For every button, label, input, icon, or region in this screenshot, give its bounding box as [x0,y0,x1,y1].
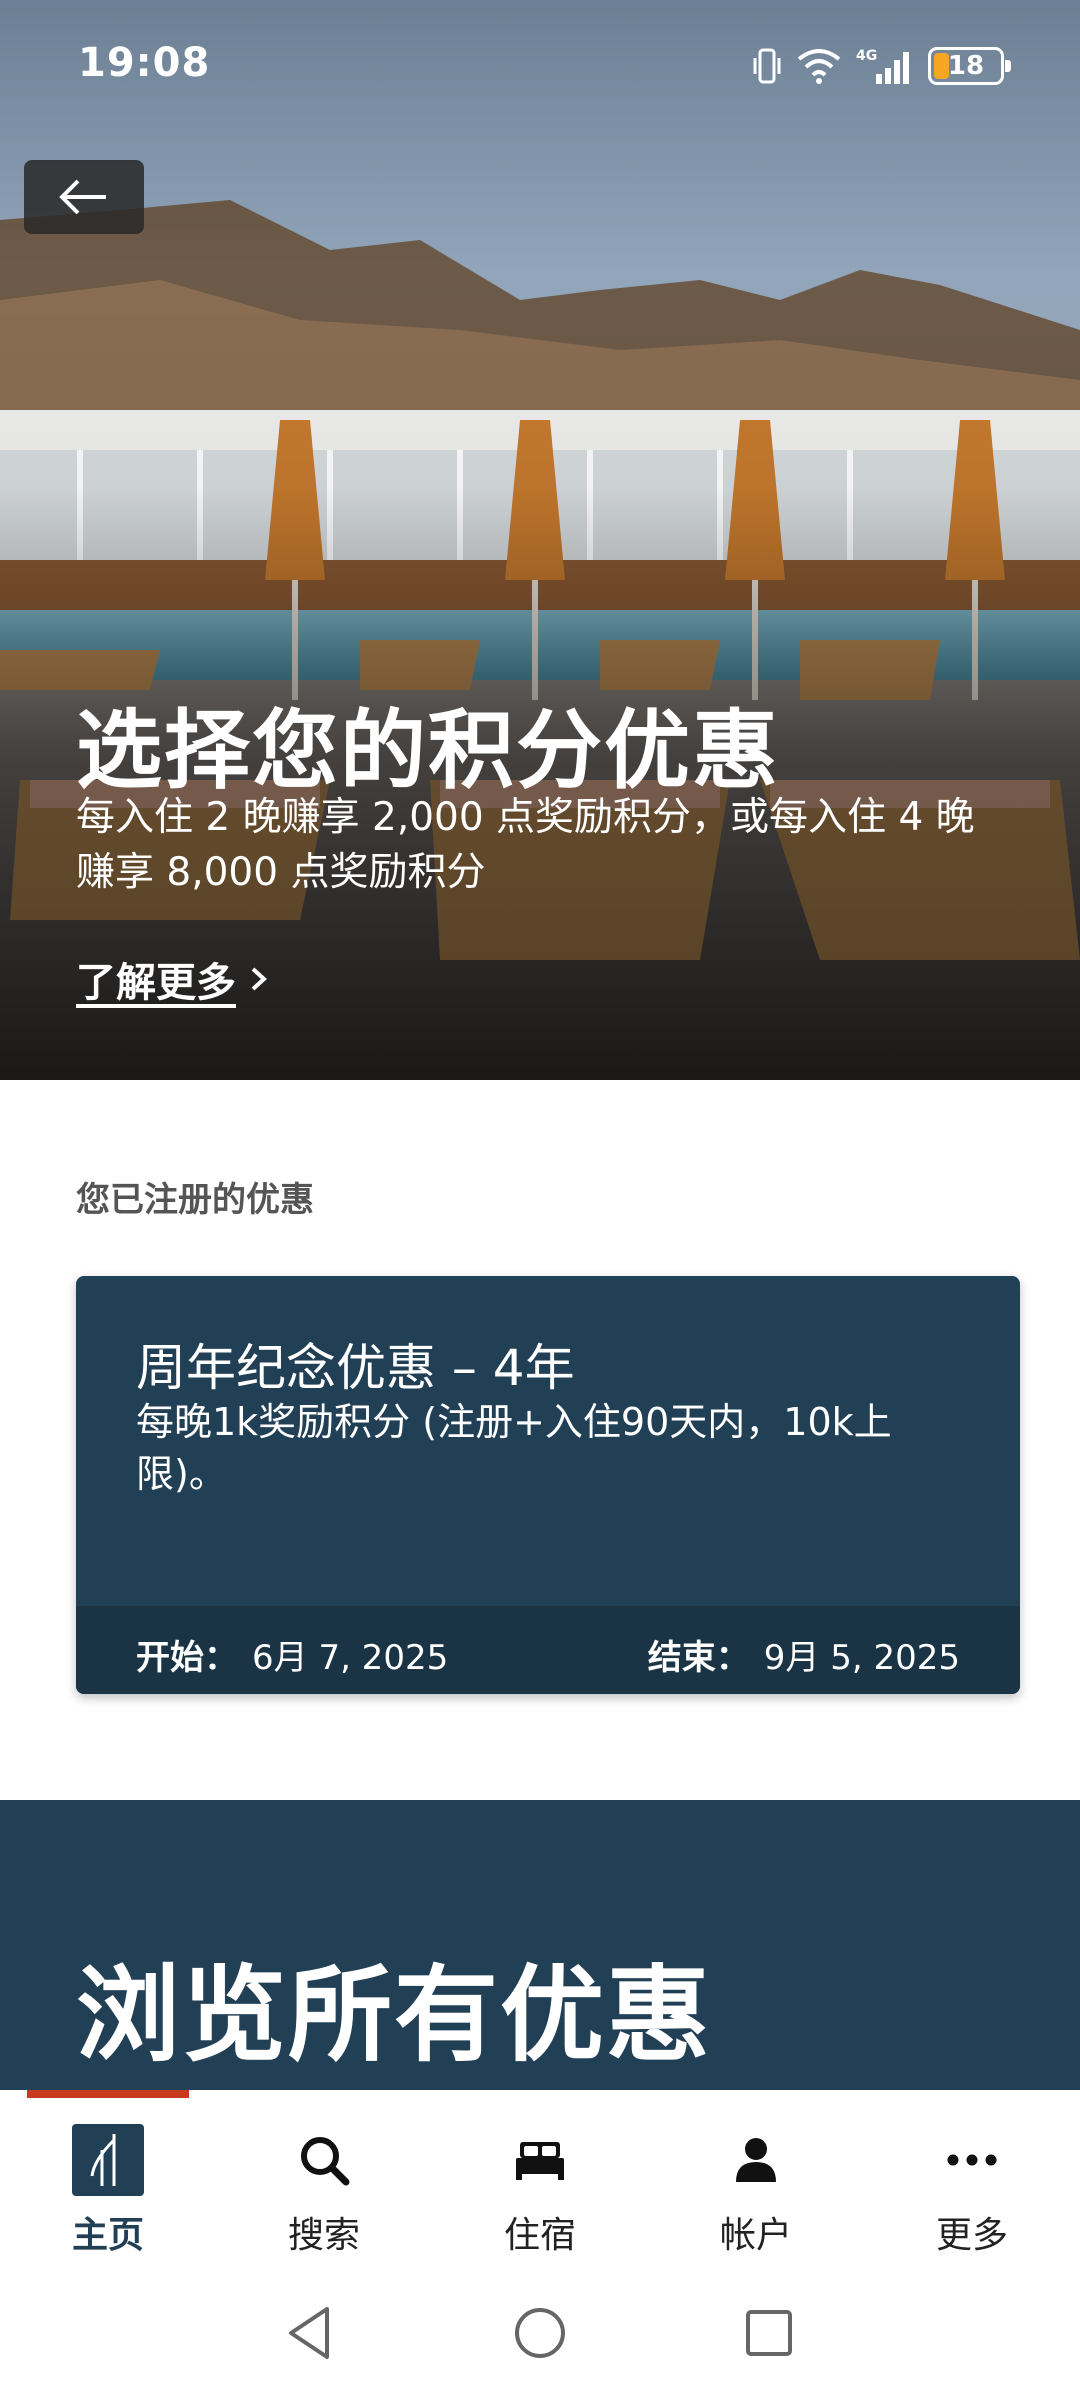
start-label: 开始： [136,1638,238,1678]
status-bar: 19:08 4G 18 [0,0,1080,130]
nav-more[interactable]: 更多 [864,2090,1080,2278]
offer-end: 结束： 9月 5, 2025 [648,1630,960,1679]
hero-subtitle: 每入住 2 晚赚享 2,000 点奖励积分，或每入住 4 晚赚享 8,000 点… [76,795,975,895]
battery-level: 18 [947,51,985,81]
learn-more-link[interactable]: 了解更多 [76,950,268,1008]
search-icon [288,2124,360,2196]
more-dots-icon [936,2124,1008,2196]
circle-home-icon [515,2308,565,2358]
bed-icon [504,2124,576,2196]
nav-search-label: 搜索 [287,2215,360,2256]
offer-description: 每晚1k奖励积分 (注册+入住90天内，10k上限)。 [136,1400,892,1496]
home-logo-icon [72,2124,144,2196]
hero-gradient-overlay [0,0,1080,1080]
system-back-button[interactable] [274,2298,344,2368]
nav-search[interactable]: 搜索 [216,2090,432,2278]
square-recents-icon [746,2310,792,2356]
wifi-icon [797,49,841,84]
arrow-left-icon [59,179,106,215]
system-home-button[interactable] [505,2298,575,2368]
battery-cap [1005,60,1011,72]
hero-title: 选择您的积分优惠 [76,701,780,801]
end-label: 结束： [647,1638,750,1678]
nav-stays[interactable]: 住宿 [432,2090,648,2278]
person-icon [720,2124,792,2196]
browse-offers-title: 浏览所有优惠 [76,1954,713,2076]
nav-more-label: 更多 [935,2215,1008,2256]
status-time: 19:08 [78,40,211,86]
chevron-right-icon [251,967,267,991]
back-button[interactable] [24,160,144,234]
nav-stays-label: 住宿 [503,2215,576,2256]
nav-account-label: 帐户 [719,2215,792,2256]
screen: 19:08 4G 18 选择您的积分优惠 每入住 2 晚赚享 2,000 点奖励… [0,0,1080,2388]
browse-offers-banner[interactable]: 浏览所有优惠 [0,1800,1080,2090]
start-date: 6月 7, 2025 [252,1638,449,1678]
offer-card[interactable]: 周年纪念优惠 – 4年 每晚1k奖励积分 (注册+入住90天内，10k上限)。 … [76,1276,1020,1694]
bottom-navigation: 主页 搜索 住宿 帐户 更多 [0,2090,1080,2278]
nav-account[interactable]: 帐户 [648,2090,864,2278]
offer-start: 开始： 6月 7, 2025 [136,1630,448,1679]
network-type-label: 4G [856,48,877,64]
offer-dates: 开始： 6月 7, 2025 结束： 9月 5, 2025 [76,1606,1020,1694]
hero-banner: 19:08 4G 18 选择您的积分优惠 每入住 2 晚赚享 2,000 点奖励… [0,0,1080,1080]
end-date: 9月 5, 2025 [763,1638,960,1678]
system-recents-button[interactable] [734,2298,804,2368]
status-icons: 4G 18 [752,44,1011,88]
offer-title: 周年纪念优惠 – 4年 [136,1339,575,1397]
vibrate-icon [753,48,781,84]
battery-icon: 18 [928,47,1011,85]
nav-home-label: 主页 [71,2215,144,2256]
registered-offers-heading: 您已注册的优惠 [76,1180,314,1220]
cellular-signal-icon: 4G [856,48,909,84]
nav-home[interactable]: 主页 [0,2090,216,2278]
system-navigation-bar [0,2278,1080,2388]
learn-more-label: 了解更多 [76,960,236,1006]
triangle-back-icon [289,2307,329,2359]
